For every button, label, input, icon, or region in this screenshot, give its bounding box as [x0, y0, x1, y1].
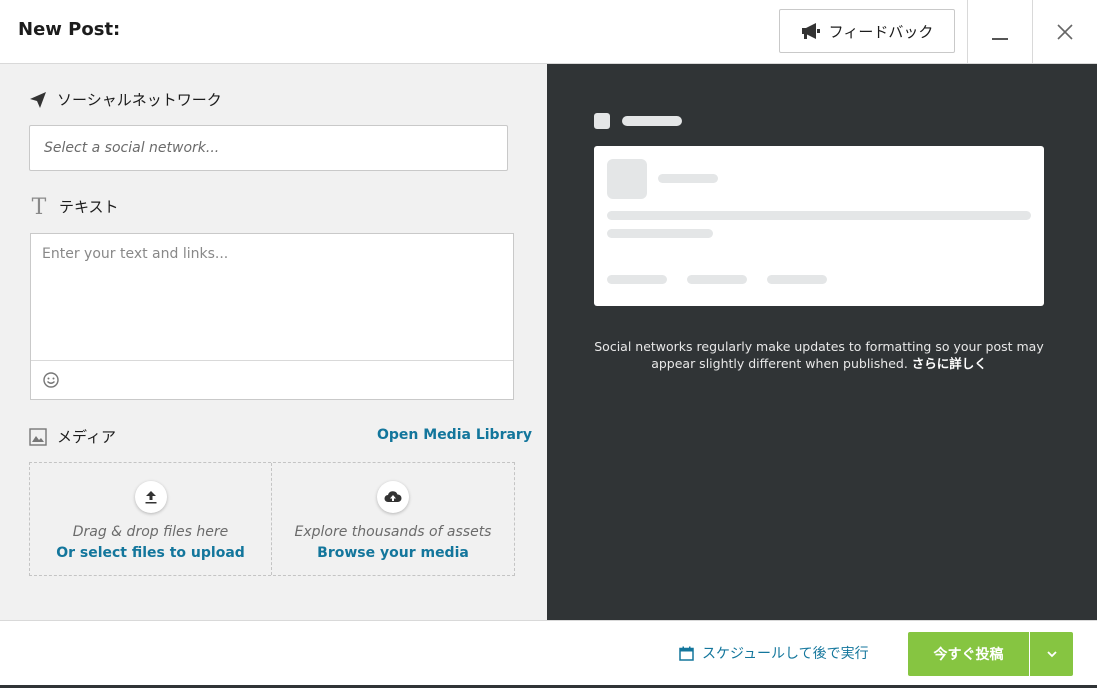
browse-description: Explore thousands of assets: [294, 524, 492, 540]
post-text-box: Enter your text and links...: [30, 233, 514, 400]
post-preview-card: [594, 146, 1044, 306]
media-label: メディア: [57, 428, 116, 446]
browse-area[interactable]: Explore thousands of assets Browse your …: [272, 463, 514, 575]
page-title: New Post:: [18, 19, 121, 40]
preview-action-placeholder: [607, 275, 667, 284]
close-icon: [1057, 24, 1073, 40]
media-dropzone: Drag & drop files here Or select files t…: [29, 462, 515, 576]
paper-plane-icon: [30, 91, 46, 108]
minimize-button[interactable]: [968, 0, 1032, 64]
preview-disclaimer: Social networks regularly make updates t…: [594, 338, 1044, 372]
media-section-label: メディア: [29, 426, 116, 447]
megaphone-icon: [801, 23, 820, 39]
open-media-library-link[interactable]: Open Media Library: [377, 427, 532, 443]
social-network-label: ソーシャルネットワーク: [57, 91, 222, 109]
text-t-icon: T: [32, 195, 47, 217]
browse-media-link[interactable]: Browse your media: [317, 545, 469, 561]
social-network-select[interactable]: Select a social network...: [29, 125, 508, 171]
svg-text:T: T: [32, 195, 47, 217]
text-section-label: T テキスト: [29, 195, 119, 217]
schedule-button[interactable]: スケジュールして後で実行: [679, 643, 869, 663]
preview-network-name-placeholder: [622, 116, 682, 126]
composer-header: New Post: フィードバック: [0, 0, 1097, 64]
preview-network-icon-placeholder: [594, 113, 610, 129]
select-files-link[interactable]: Or select files to upload: [56, 545, 245, 561]
post-now-button[interactable]: 今すぐ投稿: [908, 632, 1029, 676]
upload-description: Drag & drop files here: [72, 524, 229, 540]
chevron-down-icon: [1046, 651, 1057, 658]
preview-action-placeholder: [767, 275, 827, 284]
cloud-upload-icon[interactable]: [377, 481, 409, 513]
minimize-icon: [992, 38, 1008, 40]
preview-text-line-placeholder: [607, 211, 1031, 220]
smiley-icon[interactable]: [42, 371, 60, 389]
feedback-label: フィードバック: [828, 22, 934, 41]
close-button[interactable]: [1033, 0, 1097, 64]
feedback-button[interactable]: フィードバック: [779, 9, 955, 53]
composer-footer: スケジュールして後で実行 今すぐ投稿: [0, 620, 1097, 688]
preview-username-placeholder: [658, 174, 718, 183]
compose-panel: ソーシャルネットワーク Select a social network... T…: [0, 64, 547, 620]
upload-area[interactable]: Drag & drop files here Or select files t…: [30, 463, 271, 575]
preview-text-line-placeholder: [607, 229, 713, 238]
post-text-input[interactable]: Enter your text and links...: [31, 234, 513, 360]
post-options-button[interactable]: [1030, 632, 1073, 676]
calendar-icon: [679, 646, 694, 661]
preview-panel: Social networks regularly make updates t…: [547, 64, 1097, 620]
preview-avatar-placeholder: [607, 159, 647, 199]
preview-action-placeholder: [687, 275, 747, 284]
social-network-placeholder: Select a social network...: [44, 140, 220, 156]
learn-more-link[interactable]: さらに詳しく: [912, 356, 987, 371]
upload-icon[interactable]: [134, 481, 167, 513]
social-network-section-label: ソーシャルネットワーク: [29, 89, 222, 110]
schedule-label: スケジュールして後で実行: [702, 646, 869, 662]
text-toolbar: [31, 360, 513, 399]
text-label: テキスト: [59, 197, 119, 216]
image-icon: [29, 427, 47, 446]
